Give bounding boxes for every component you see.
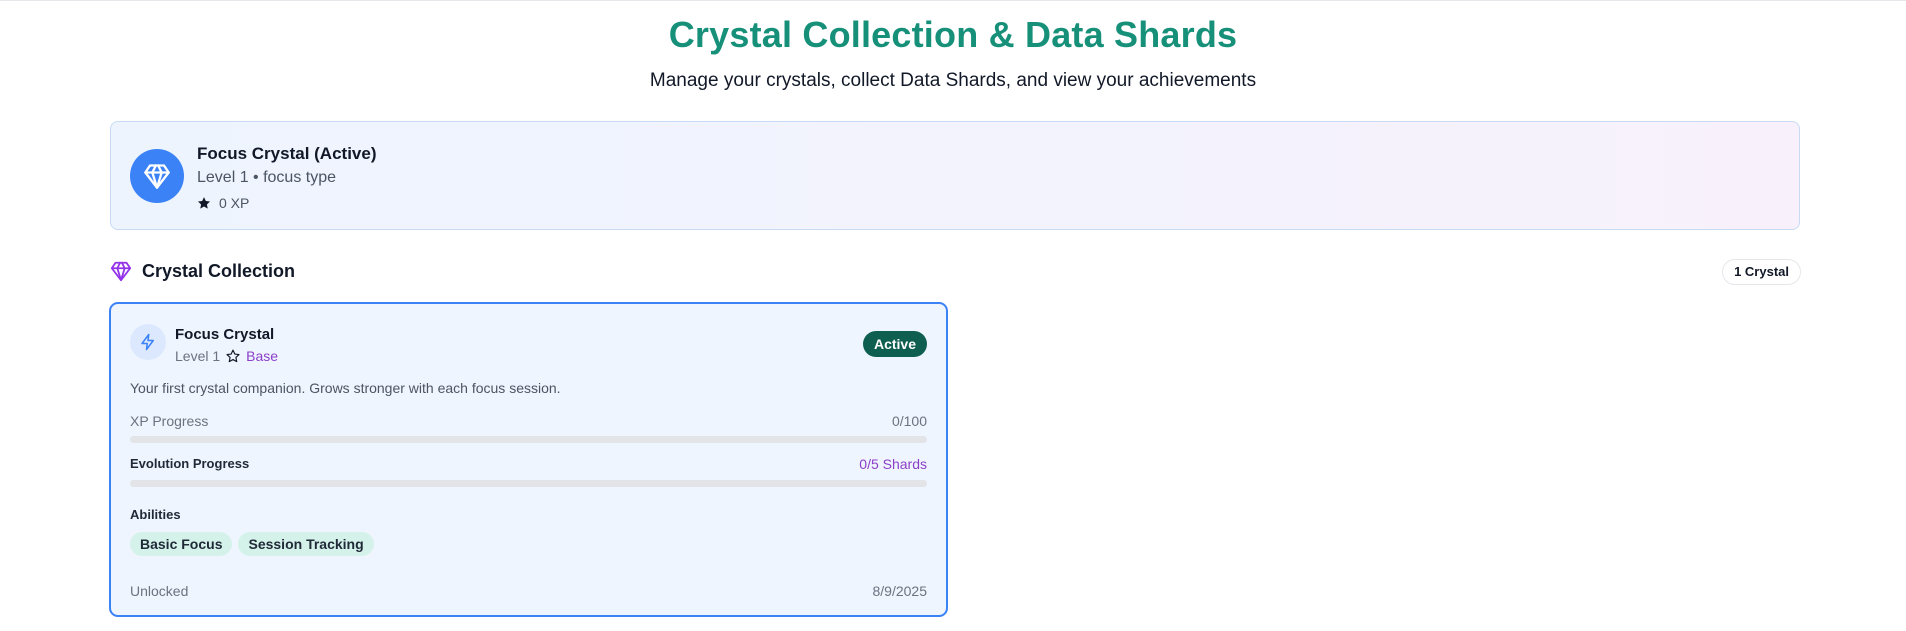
active-crystal-xp: 0 XP: [219, 195, 250, 211]
page-title: Crystal Collection & Data Shards: [668, 14, 1238, 55]
xp-progress-label: XP Progress: [130, 413, 209, 429]
crystal-name: Focus Crystal: [175, 326, 275, 343]
crystal-meta: Level 1 Base: [175, 348, 278, 364]
xp-progress-row: XP Progress 0/100: [130, 413, 927, 429]
crystal-card[interactable]: Focus Crystal Level 1 Base Active Your f…: [109, 302, 948, 617]
crystal-count-badge: 1 Crystal: [1722, 259, 1801, 285]
evolution-progress-bar: [130, 480, 927, 487]
active-crystal-xp-row: 0 XP: [197, 195, 249, 211]
ability-chip: Basic Focus: [130, 532, 233, 556]
active-crystal-name: Focus Crystal (Active): [197, 144, 377, 163]
gem-icon: [110, 261, 132, 282]
crystal-description: Your first crystal companion. Grows stro…: [130, 380, 561, 396]
evolution-progress-value: 0/5 Shards: [859, 456, 927, 472]
unlocked-date: 8/9/2025: [872, 583, 928, 599]
active-crystal-level: Level 1 • focus type: [197, 169, 337, 186]
abilities-title: Abilities: [130, 507, 181, 522]
unlocked-row: Unlocked 8/9/2025: [130, 583, 927, 599]
crystal-rarity: Base: [246, 348, 279, 364]
top-divider: [0, 0, 1906, 1]
unlocked-label: Unlocked: [130, 583, 189, 599]
evolution-progress-row: Evolution Progress 0/5 Shards: [130, 456, 927, 472]
xp-progress-bar: [130, 436, 927, 443]
ability-chip: Session Tracking: [238, 532, 374, 556]
page-subtitle: Manage your crystals, collect Data Shard…: [649, 70, 1257, 91]
xp-progress-value: 0/100: [891, 413, 927, 429]
collection-title: Crystal Collection: [142, 260, 296, 281]
crystal-level: Level 1: [175, 348, 221, 364]
abilities-list: Basic Focus Session Tracking: [130, 532, 374, 556]
gem-icon: [130, 149, 184, 203]
star-icon: [197, 197, 211, 209]
star-outline-icon: [226, 349, 240, 363]
collection-header: Crystal Collection: [110, 260, 295, 282]
active-crystal-panel: Focus Crystal (Active) Level 1 • focus t…: [110, 121, 1800, 230]
evolution-progress-label: Evolution Progress: [130, 456, 250, 471]
active-status-badge: Active: [862, 331, 927, 357]
bolt-icon: [130, 324, 166, 360]
